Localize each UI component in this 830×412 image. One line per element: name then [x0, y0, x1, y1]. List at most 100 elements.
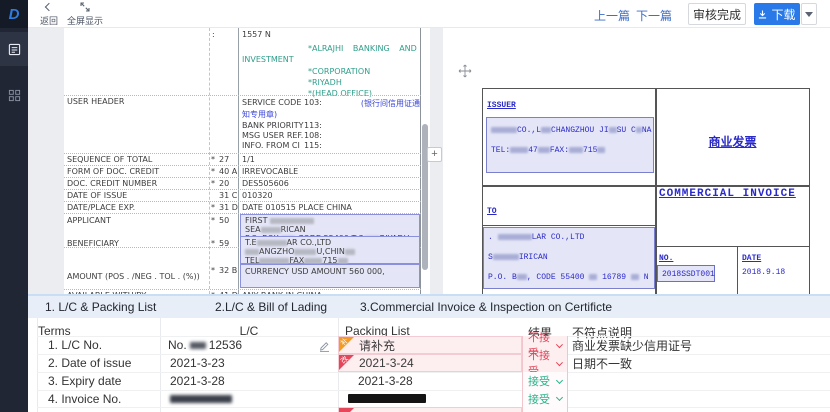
- grid-icon: [8, 89, 21, 102]
- field-star: *: [211, 216, 215, 225]
- field-value: T.E: [245, 238, 257, 247]
- lc-document-viewer[interactable]: : 1557 N *ALRAJHI BANKING AND INVESTMENT…: [64, 28, 430, 294]
- back-icon: [46, 2, 52, 13]
- page-edge: [420, 28, 421, 294]
- field-value: 1/1: [242, 155, 255, 164]
- field-value: 115:: [304, 141, 322, 150]
- result-value: 接受: [528, 373, 550, 389]
- beneficiary-highlight: T.EAR CO.,LTD ANGZHOU,CHIN TELFAX715: [240, 236, 420, 264]
- issuer-value: CO.,L: [517, 126, 541, 135]
- field-star: *: [211, 155, 215, 164]
- lc-cell[interactable]: [160, 390, 338, 407]
- chevron-down-icon: [556, 359, 563, 366]
- field-value: DATE 010515 PLACE CHINA: [242, 203, 352, 212]
- packing-cell[interactable]: [338, 390, 522, 407]
- next-doc-link[interactable]: 下一篇: [636, 7, 672, 24]
- field-star: *: [211, 167, 215, 176]
- invoice-date-label: DATE: [742, 254, 761, 263]
- fullscreen-button[interactable]: 全屏显示: [64, 1, 106, 27]
- field-tag: 31 C: [219, 191, 237, 200]
- field-value: SEA: [245, 225, 261, 234]
- result-select[interactable]: 接受: [522, 372, 568, 390]
- redacted-text: [259, 258, 289, 264]
- redacted-text: [190, 342, 206, 349]
- review-complete-button[interactable]: 审核完成: [688, 3, 746, 25]
- field-value: MSG USER REF.: [242, 131, 303, 140]
- remark-cell[interactable]: 日期不一致: [572, 354, 822, 372]
- prev-doc-link[interactable]: 上一篇: [594, 7, 630, 24]
- term-cell: 4. Invoice No.: [37, 390, 160, 407]
- result-select[interactable]: 接受: [522, 390, 568, 407]
- lc-value: 12536: [209, 338, 242, 352]
- advising-bank-line: *ALRAJHI BANKING AND: [308, 44, 417, 53]
- packing-cell[interactable]: 补 请补充: [338, 336, 522, 354]
- field-value: RICAN: [281, 225, 306, 234]
- field-value: DES505606: [242, 179, 289, 188]
- packing-value: 请补充: [359, 337, 395, 354]
- sidebar-item-document[interactable]: [0, 32, 28, 66]
- to-value: P.O. B: [488, 273, 517, 282]
- redacted-text: [348, 394, 426, 403]
- field-star: *: [211, 266, 215, 275]
- tab-commercial-invoice[interactable]: 3.Commercial Invoice & Inspection on Cer…: [360, 300, 612, 314]
- app-logo: D: [0, 0, 28, 28]
- field-label: FORM OF DOC. CREDIT: [67, 167, 159, 176]
- comparison-tabbar: 1. L/C & Packing List 2.L/C & Bill of La…: [28, 296, 830, 318]
- field-label: DOC. CREDIT NUMBER: [67, 179, 157, 188]
- lc-cell[interactable]: 2021-3-28: [160, 372, 338, 390]
- to-label: TO: [487, 207, 497, 216]
- table-line: [737, 246, 738, 294]
- zoom-in-button[interactable]: +: [427, 147, 442, 162]
- redacted-text: [609, 127, 617, 133]
- field-label: AMOUNT (POS . /NEG . TOL . (%)): [67, 272, 200, 281]
- fullscreen-icon: [80, 2, 90, 13]
- redacted-text: [636, 127, 642, 133]
- issuer-value: CHANGZHOU JI: [551, 126, 609, 135]
- redacted-text: [304, 258, 322, 264]
- lc-cell[interactable]: No. 12536: [160, 336, 338, 354]
- vertical-scrollbar[interactable]: [422, 124, 428, 270]
- invoice-document-viewer[interactable]: ISSUER CO.,LCHANGZHOU JISU CNA TEL:47FAX…: [443, 28, 830, 294]
- edit-pencil-icon[interactable]: [318, 340, 330, 352]
- field-value: FIRST: [245, 216, 267, 225]
- fullscreen-label: 全屏显示: [67, 14, 103, 27]
- download-button[interactable]: 下载: [754, 3, 800, 25]
- redacted-text: [345, 249, 355, 255]
- tab-lc-bill-of-lading[interactable]: 2.L/C & Bill of Lading: [215, 300, 327, 314]
- packing-cell[interactable]: [338, 407, 522, 412]
- result-select[interactable]: [522, 407, 568, 412]
- advising-bank-line: INVESTMENT: [242, 55, 294, 64]
- swift-colon: :: [212, 30, 215, 39]
- tab-lc-packing-list[interactable]: 1. L/C & Packing List: [45, 300, 156, 314]
- column-divider: [209, 28, 210, 294]
- back-button[interactable]: 返回: [36, 1, 62, 27]
- result-select[interactable]: 不接受: [522, 354, 568, 372]
- to-value: 16789: [602, 273, 626, 282]
- field-tag: 20: [219, 179, 229, 188]
- invoice-no-highlight: 2018SSDT001: [657, 265, 715, 282]
- to-value: N: [644, 273, 649, 282]
- invoice-title-en: COMMERCIAL INVOICE: [659, 188, 796, 200]
- redacted-text: [261, 227, 281, 233]
- remark-cell[interactable]: [572, 372, 822, 390]
- packing-cell[interactable]: 改 2021-3-24: [338, 354, 522, 372]
- redacted-text: [338, 258, 348, 264]
- issuer-value: TEL:: [491, 146, 510, 155]
- download-icon: [758, 10, 767, 19]
- field-tag: 50: [219, 216, 229, 225]
- sidebar-item-apps[interactable]: [0, 78, 28, 112]
- remark-cell[interactable]: [572, 390, 822, 407]
- redacted-text: [170, 395, 232, 403]
- comparison-panel: 1. L/C & Packing List 2.L/C & Bill of La…: [28, 294, 830, 412]
- remark-cell[interactable]: 商业发票缺少信用证号: [572, 336, 822, 354]
- field-value: 010320: [242, 191, 273, 200]
- lc-cell[interactable]: 2021-3-23: [160, 354, 338, 372]
- field-value: 113:: [304, 121, 322, 130]
- field-label: APPLICANT: [67, 216, 111, 225]
- move-handle-icon[interactable]: [458, 64, 472, 78]
- top-toolbar: D 返回 全屏显示 上一篇 下一篇 审核完成 下载: [0, 0, 830, 28]
- download-more-button[interactable]: [801, 3, 817, 25]
- packing-cell[interactable]: 2021-3-28: [338, 372, 522, 390]
- field-value: 108:: [304, 131, 322, 140]
- to-highlight: . LAR CO.,LTD SIRICAN P.O. B, CODE 55400…: [483, 227, 655, 289]
